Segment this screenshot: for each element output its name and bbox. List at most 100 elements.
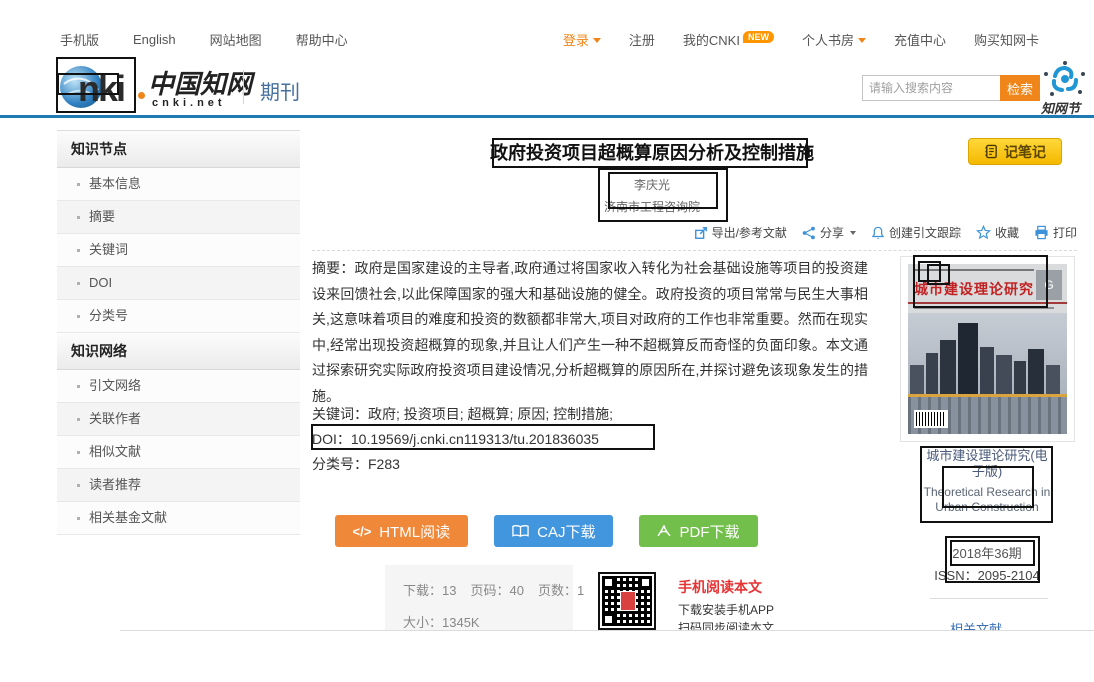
sidebar-item-label: 关键词 (89, 242, 128, 257)
header-blue-line (0, 115, 1094, 118)
article-affiliation[interactable]: 济南市工程咨询院 (312, 198, 992, 215)
cover-masthead (914, 269, 1034, 271)
register-link[interactable]: 注册 (629, 30, 655, 49)
journal-issn: ISSN：2095-2104 (922, 565, 1052, 584)
share-link[interactable]: 分享 (802, 224, 856, 241)
header-divider (243, 70, 244, 104)
file-size: 大小：1345K (403, 612, 480, 631)
sidebar-item-related-authors[interactable]: 关联作者 (57, 403, 300, 436)
caj-download-button[interactable]: CAJ下载 (494, 515, 613, 547)
keywords-line: 关键词：政府; 投资项目; 超概算; 原因; 控制措施; (312, 404, 912, 424)
topnav-english[interactable]: English (133, 32, 176, 47)
sidebar-item-clc[interactable]: 分类号 (57, 300, 300, 333)
export-icon (694, 226, 708, 240)
print-link[interactable]: 打印 (1034, 224, 1077, 241)
sidebar-item-label: 相似文献 (89, 444, 141, 459)
sidebar-section-knowledge-node: 知识节点 (57, 131, 300, 168)
sidebar-item-abstract[interactable]: 摘要 (57, 201, 300, 234)
qr-seal (620, 591, 636, 611)
star-icon (976, 225, 991, 240)
sidebar-item-reader-recommend[interactable]: 读者推荐 (57, 469, 300, 502)
journal-section-label: 期刊 (260, 76, 300, 105)
article-stats-panel: 下载：13 页码：40 页数：1 大小：1345K (385, 565, 573, 631)
bullet-icon (77, 183, 80, 186)
topnav-mobile-version[interactable]: 手机版 (60, 30, 99, 49)
page-count: 页数：1 (538, 580, 584, 599)
cover-city-photo (908, 313, 1067, 434)
sidebar-item-keywords[interactable]: 关键词 (57, 234, 300, 267)
sidebar-item-label: 分类号 (89, 308, 128, 323)
sidebar-item-basic-info[interactable]: 基本信息 (57, 168, 300, 201)
dotted-separator (312, 250, 1077, 251)
download-button-row: </> HTML阅读 CAJ下载 PDF下载 (312, 515, 780, 547)
bell-icon (871, 226, 885, 240)
bullet-icon (77, 484, 80, 487)
chevron-down-icon (858, 38, 866, 43)
bullet-icon (77, 315, 80, 318)
bullet-icon (77, 249, 80, 252)
abstract-text: 摘要：政府是国家建设的主导者,政府通过将国家收入转化为社会基础设施等项目的投资建… (312, 256, 868, 409)
favorite-link[interactable]: 收藏 (976, 224, 1019, 241)
sidebar-item-similar-docs[interactable]: 相似文献 (57, 436, 300, 469)
sidebar-item-citation-network[interactable]: 引文网络 (57, 370, 300, 403)
cover-publisher-logo: G (1036, 270, 1062, 300)
search-input[interactable] (862, 75, 1002, 101)
sidebar-item-label: 摘要 (89, 209, 115, 224)
logo-domain-text: cnki.net (152, 97, 226, 109)
buy-card-link[interactable]: 购买知网卡 (974, 30, 1039, 49)
cover-barcode (914, 410, 948, 428)
personal-bookroom-link[interactable]: 个人书房 (802, 30, 866, 49)
page-number: 页码：40 (470, 580, 523, 599)
html-read-button[interactable]: </> HTML阅读 (335, 515, 469, 547)
share-icon (802, 226, 816, 240)
journal-name-english: Theoretical Research in Urban Constructi… (922, 485, 1052, 515)
mobile-read-panel: 手机阅读本文 下载安装手机APP 扫码同步阅读本文 (583, 565, 870, 631)
printer-icon (1034, 225, 1049, 240)
sidebar-item-label: 引文网络 (89, 378, 141, 393)
sidebar-item-label: DOI (89, 275, 112, 290)
pdf-reader-icon (657, 524, 671, 538)
notebook-icon (984, 144, 998, 159)
doi-line: DOI：10.19569/j.cnki.cn119313/tu.20183603… (312, 429, 912, 449)
clc-line: 分类号：F283 (312, 454, 912, 474)
mobile-read-line1: 下载安装手机APP (678, 601, 774, 618)
mobile-read-title: 手机阅读本文 (678, 577, 762, 597)
journal-issue-link[interactable]: 2018年36期 (922, 543, 1052, 562)
journal-cover-frame: 城市建设理论研究 G (900, 256, 1075, 442)
top-utility-nav: 手机版 English 网站地图 帮助中心 登录 注册 我的CNKINEW 个人… (60, 28, 1039, 50)
journal-separator (930, 598, 1048, 599)
bullet-icon (77, 451, 80, 454)
my-cnki-link[interactable]: 我的CNKINEW (683, 30, 774, 49)
recharge-center-link[interactable]: 充值中心 (894, 30, 946, 49)
bullet-icon (77, 418, 80, 421)
bullet-icon (77, 385, 80, 388)
article-action-bar: 导出/参考文献 分享 创建引文跟踪 收藏 打印 (694, 224, 1077, 241)
sidebar-item-label: 相关基金文献 (89, 510, 167, 525)
article-author[interactable]: 李庆光 (312, 176, 992, 193)
journal-cover-image[interactable]: 城市建设理论研究 G (908, 264, 1067, 434)
sidebar-section-knowledge-network: 知识网络 (57, 333, 300, 370)
cnki-logo-text[interactable]: nki (78, 68, 124, 110)
login-link[interactable]: 登录 (563, 30, 601, 49)
citation-alert-link[interactable]: 创建引文跟踪 (871, 224, 961, 241)
journal-name-link[interactable]: 城市建设理论研究(电子版) (922, 448, 1052, 480)
sidebar-item-related-fund-docs[interactable]: 相关基金文献 (57, 502, 300, 535)
take-note-button[interactable]: 记笔记 (968, 138, 1062, 165)
topnav-right-group: 登录 注册 我的CNKINEW 个人书房 充值中心 购买知网卡 (563, 28, 1039, 50)
pdf-download-button[interactable]: PDF下载 (639, 515, 757, 547)
sidebar-item-label: 关联作者 (89, 411, 141, 426)
export-reference-link[interactable]: 导出/参考文献 (694, 224, 787, 241)
cover-journal-title: 城市建设理论研究 (914, 279, 1034, 299)
downloads-count: 下载：13 (403, 580, 456, 599)
bullet-icon (77, 216, 80, 219)
qr-code (598, 572, 656, 630)
topnav-sitemap[interactable]: 网站地图 (210, 30, 262, 49)
topnav-help-center[interactable]: 帮助中心 (296, 30, 348, 49)
search-button[interactable]: 检索 (1000, 75, 1040, 101)
book-icon (512, 524, 529, 538)
sidebar-item-doi[interactable]: DOI (57, 267, 300, 300)
chevron-down-icon (593, 38, 601, 43)
truncated-bottom-link[interactable]: 相关文献 (950, 619, 1060, 630)
sidebar-item-label: 读者推荐 (89, 477, 141, 492)
logo-chinese-name[interactable]: 中国知网 (148, 64, 252, 101)
